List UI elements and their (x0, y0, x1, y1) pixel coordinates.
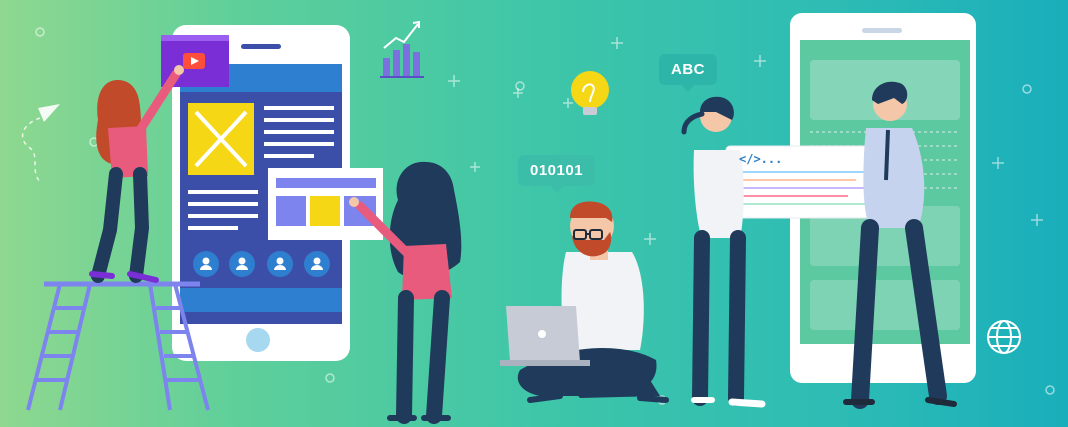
illustration-scene: 010101 ABC </>... (0, 0, 1068, 427)
illustration-art (21, 13, 1055, 424)
paper-plane-icon (21, 104, 60, 183)
web-card (268, 168, 383, 240)
man-with-laptop (500, 201, 669, 403)
woman-on-ladder (89, 65, 184, 283)
lightbulb-icon (571, 71, 609, 115)
binary-speech-bubble: 010101 (518, 155, 596, 193)
abc-speech-bubble: ABC (659, 54, 717, 92)
bar-chart-icon (380, 20, 424, 78)
globe-icon (987, 320, 1021, 354)
woman-holding-card (681, 96, 766, 408)
code-tag-label: </>... (739, 152, 783, 166)
